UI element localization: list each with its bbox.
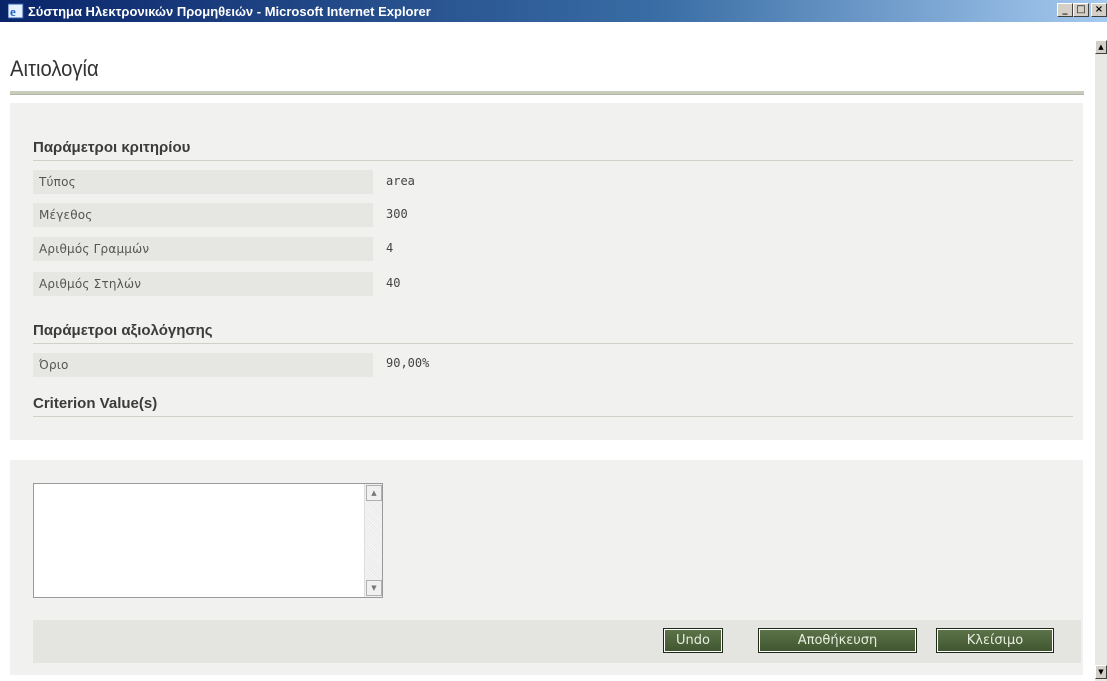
columns-count-value: 40 (386, 276, 401, 290)
close-button[interactable]: Κλείσιμο (936, 628, 1054, 653)
window-title-bar[interactable]: e Σύστημα Ηλεκτρονικών Προμηθειών - Micr… (0, 0, 1107, 22)
evaluation-params-heading: Παράμετροι αξιολόγησης (33, 322, 1073, 344)
textarea-scrollbar[interactable]: ▲ ▼ (364, 484, 382, 597)
rows-count-value: 4 (386, 241, 394, 255)
internet-explorer-icon: e (8, 3, 24, 19)
threshold-label: Όριο (33, 353, 373, 377)
criterion-params-heading: Παράμετροι κριτηρίου (33, 139, 1073, 161)
columns-count-label: Αριθμός Στηλών (33, 272, 373, 296)
scroll-up-arrow-icon[interactable]: ▲ (1095, 40, 1107, 54)
scroll-down-arrow-icon[interactable]: ▼ (1095, 665, 1107, 679)
type-label: Τύπος (33, 170, 373, 194)
undo-button[interactable]: Undo (663, 628, 723, 653)
button-bar (33, 620, 1081, 663)
textarea-scroll-up-icon[interactable]: ▲ (366, 485, 382, 501)
maximize-button[interactable]: □ (1073, 3, 1089, 17)
type-value: area (386, 174, 415, 188)
size-value: 300 (386, 207, 408, 221)
textarea-scroll-down-icon[interactable]: ▼ (366, 580, 382, 596)
justification-textarea-box[interactable]: ▲ ▼ (33, 483, 383, 598)
close-window-button[interactable]: × (1091, 3, 1107, 17)
minimize-button[interactable]: _ (1057, 3, 1073, 17)
window-title: Σύστημα Ηλεκτρονικών Προμηθειών - Micros… (28, 3, 431, 19)
page-title: Αιτιολογία (10, 56, 99, 81)
page-scrollbar[interactable]: ▲ ▼ (1095, 40, 1107, 681)
threshold-value: 90,00% (386, 356, 430, 370)
size-label: Μέγεθος (33, 203, 373, 227)
svg-text:e: e (10, 4, 16, 19)
justification-textarea[interactable] (34, 484, 364, 597)
title-divider (10, 91, 1084, 95)
rows-count-label: Αριθμός Γραμμών (33, 237, 373, 261)
criterion-values-heading: Criterion Value(s) (33, 395, 1073, 417)
save-button[interactable]: Αποθήκευση (758, 628, 917, 653)
